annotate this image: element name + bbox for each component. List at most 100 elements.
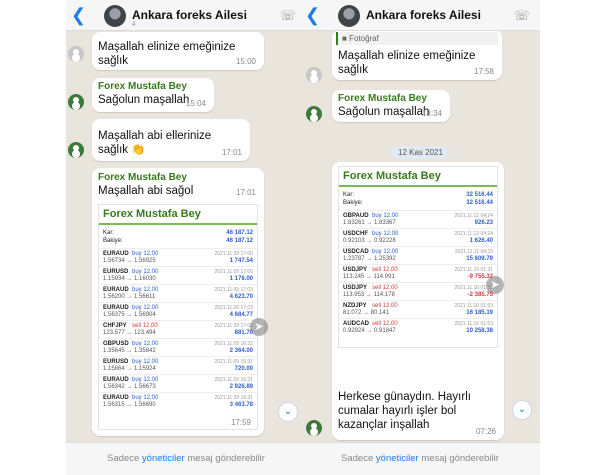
message-time: 15:00 <box>235 57 256 66</box>
trade-action: sell 12.00 <box>372 303 398 309</box>
trade-row: GBPUSD buy 12.00 1.35645 → 1.35842 2021.11.… <box>99 338 257 356</box>
trade-symbol: EURAUD <box>103 287 129 293</box>
trade-profit: 1 176.00 <box>229 276 253 282</box>
scroll-down-icon[interactable]: ⌄ <box>278 402 298 422</box>
trade-date: 2021.11.12 04:24 <box>454 213 493 219</box>
trade-report-card[interactable]: Forex Mustafa Bey Kar: 32 516.44 Bakiye:… <box>338 166 498 348</box>
profit-row: Kar: 32 516.44 <box>339 191 497 199</box>
trade-action: buy 12.00 <box>132 395 159 401</box>
trade-price: 81.072 → 80.141 <box>343 310 390 316</box>
trade-date: 2021.11.09 17:03 <box>214 323 253 329</box>
trade-list: EURAUD buy 12.00 1.56734 → 1.56925 2021.11.… <box>99 248 257 410</box>
notice-text-pre: Sadece <box>107 453 142 464</box>
chat-title[interactable]: Ankara foreks Ailesi <box>132 8 247 22</box>
trade-price: 1.35645 → 1.35842 <box>103 348 156 354</box>
card-header: Forex Mustafa Bey <box>99 205 257 225</box>
add-participant-icon[interactable]: ☏ <box>514 8 530 24</box>
trade-profit: 4 684.77 <box>229 312 253 318</box>
trade-price: 1.56375 → 1.56904 <box>103 312 156 318</box>
trade-price: 123.577 → 123.494 <box>103 330 156 336</box>
trade-date: 2021.11.09 16:31 <box>214 395 253 401</box>
message-bubble[interactable]: Forex Mustafa Bey Sağolun maşallah 15:04 <box>92 78 214 112</box>
scroll-down-icon[interactable]: ⌄ <box>512 400 532 420</box>
back-chevron-icon[interactable]: ❮ <box>305 6 320 24</box>
trade-profit: 4 623.70 <box>229 294 253 300</box>
balance-row: Bakiye: 32 516.44 <box>339 199 497 207</box>
message-time: 18:34 <box>421 109 442 118</box>
trade-profit: 16 185.19 <box>466 310 493 316</box>
trade-profit: 3 463.78 <box>229 402 253 408</box>
profit-value: 46 187.12 <box>226 230 253 236</box>
trade-symbol: USDJPY <box>343 267 368 273</box>
trade-date: 2021.11.09 17:03 <box>214 287 253 293</box>
trade-date: 2021.11.09 16:32 <box>214 341 253 347</box>
trade-action: sell 12.00 <box>132 323 158 329</box>
admins-link[interactable]: yöneticiler <box>142 453 185 464</box>
group-avatar[interactable] <box>104 5 126 27</box>
message-time: 17:59 <box>230 418 251 427</box>
chat-subtitle: 4 <box>132 22 136 28</box>
profit-label: Kar: <box>103 230 115 236</box>
trade-symbol: EURAUD <box>103 395 129 401</box>
trade-price: 1.83261 → 1.83367 <box>343 220 396 226</box>
message-text: Herkese günaydın. Hayırlı cumalar hayırl… <box>338 391 471 431</box>
trade-price: 1.56200 → 1.56611 <box>103 294 156 300</box>
message-time: 17:01 <box>235 188 256 197</box>
trade-row: EURAUD buy 12.00 1.56342 → 1.56673 2021.11.… <box>99 374 257 392</box>
profit-row: Kar: 46 187.12 <box>99 229 257 237</box>
trade-profit: 2 926.89 <box>229 384 253 390</box>
trade-symbol: EURUSD <box>103 359 129 365</box>
trade-date: 2021.11.10 01:31 <box>454 267 493 273</box>
chat-title[interactable]: Ankara foreks Ailesi <box>366 8 481 22</box>
admins-link[interactable]: yöneticiler <box>376 453 419 464</box>
message-bubble[interactable]: Forex Mustafa Bey Sağolun maşallah 18:34 <box>332 90 450 122</box>
trade-price: 1.56734 → 1.56925 <box>103 258 156 264</box>
trade-action: buy 12.00 <box>372 249 399 255</box>
balance-row: Bakiye: 46 187.12 <box>99 237 257 245</box>
trade-price: 1.56342 → 1.56673 <box>103 384 156 390</box>
trade-row: EURAUD buy 12.00 1.56375 → 1.56904 2021.11.… <box>99 302 257 320</box>
message-bubble[interactable]: ■ Fotoğraf Maşallah elinize emeğinize sa… <box>332 30 502 80</box>
trade-row: USDJPY sell 12.00 113.953 → 114.178 2021.11… <box>339 282 497 300</box>
back-chevron-icon[interactable]: ❮ <box>71 6 86 24</box>
right-chat-pane: ❮ Ankara foreks Ailesi ☏ ■ Fotoğraf Maşa… <box>300 0 540 475</box>
message-time: 07:26 <box>475 427 496 436</box>
message-bubble[interactable]: Maşallah abi ellerinize sağlık 👏 17:01 <box>92 119 250 161</box>
trade-list: GBPAUD buy 12.00 1.83261 → 1.83367 2021.11.… <box>339 210 497 336</box>
forward-icon[interactable]: ➤ <box>486 276 504 294</box>
trade-profit: 720.00 <box>234 366 253 372</box>
trade-price: 1.15934 → 1.16030 <box>103 276 156 282</box>
user-avatar <box>306 67 322 83</box>
add-participant-icon[interactable]: ☏ <box>280 8 296 24</box>
trade-symbol: CHFJPY <box>103 323 127 329</box>
group-avatar[interactable] <box>338 5 360 27</box>
trade-row: NZDJPY sell 12.00 81.072 → 80.141 2021.11.1… <box>339 300 497 318</box>
date-badge: 12 Kas 2021 <box>392 146 449 159</box>
forward-icon[interactable]: ➤ <box>250 318 268 336</box>
trade-date: 2021.11.11 04:33 <box>454 249 493 255</box>
trade-date: 2021.11.09 17:00 <box>214 251 253 257</box>
trade-action: buy 12.00 <box>372 231 399 237</box>
trade-row: EURUSD buy 12.00 1.15864 → 1.15924 2021.11.… <box>99 356 257 374</box>
quoted-photo[interactable]: ■ Fotoğraf <box>336 32 498 45</box>
trade-symbol: USDCHF <box>343 231 368 237</box>
trade-action: sell 12.00 <box>372 285 398 291</box>
trade-report-card[interactable]: Forex Mustafa Bey Kar: 46 187.12 Bakiye:… <box>98 204 258 430</box>
message-bubble[interactable]: Forex Mustafa Bey Kar: 32 516.44 Bakiye:… <box>332 162 504 440</box>
trade-date: 2021.11.10 01:53 <box>454 321 493 327</box>
balance-value: 32 516.44 <box>466 200 493 206</box>
trade-date: 2021.11.09 17:03 <box>214 305 253 311</box>
trade-symbol: EURAUD <box>103 377 129 383</box>
trade-price: 1.56315 → 1.56690 <box>103 402 156 408</box>
message-bubble[interactable]: Maşallah elinize emeğinize sağlık 15:00 <box>92 32 264 70</box>
profit-value: 32 516.44 <box>466 192 493 198</box>
message-bubble[interactable]: Forex Mustafa Bey Maşallah abi sağol 17:… <box>92 168 264 436</box>
admin-only-notice: Sadece yöneticiler mesaj gönderebilir <box>66 442 306 475</box>
trade-date: 2021.11.12 04:24 <box>454 231 493 237</box>
trade-row: USDCAD buy 12.00 1.23787 → 1.25392 2021.11.… <box>339 246 497 264</box>
trade-price: 0.92103 → 0.92228 <box>343 238 396 244</box>
trade-date: 2021.11.09 17:00 <box>214 269 253 275</box>
trade-price: 1.15864 → 1.15924 <box>103 366 156 372</box>
trade-symbol: EURUSD <box>103 269 129 275</box>
trade-price: 113.953 → 114.178 <box>343 292 395 298</box>
